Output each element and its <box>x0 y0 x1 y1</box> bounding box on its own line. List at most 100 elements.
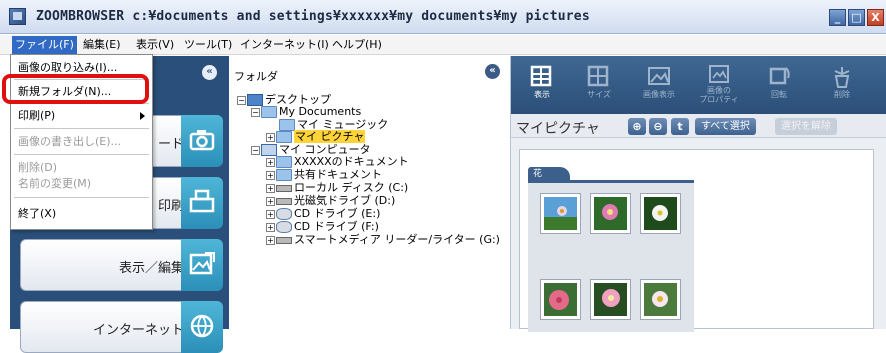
flower-photo-image <box>544 197 577 230</box>
thumbnail[interactable] <box>640 193 681 234</box>
toolbar-image-properties-button[interactable]: 画像の プロパティ <box>694 62 744 110</box>
flower-photo-image <box>594 197 627 230</box>
expand-toggle-icon[interactable]: + <box>266 170 275 180</box>
computer-icon <box>261 144 277 156</box>
task-button-view-edit[interactable]: 表示／編集 <box>20 239 191 291</box>
expand-toggle-icon[interactable]: + <box>266 132 275 142</box>
flower-photo-image <box>644 283 677 316</box>
thumbnail[interactable] <box>540 279 581 320</box>
menu-item-export-images[interactable]: 画像の書き出し(E)... <box>14 132 149 151</box>
task-label: 表示／編集 <box>118 261 184 276</box>
folder-icon <box>276 156 292 168</box>
rotate-icon <box>769 67 790 85</box>
tree-item-mo-drive-d[interactable]: + 光磁気ドライブ (D:) <box>266 195 395 207</box>
tree-item-cd-drive-f[interactable]: + CD ドライブ (F:) <box>266 221 379 233</box>
zoom-in-icon: ⊕ <box>632 120 642 133</box>
maximize-button[interactable]: □ <box>848 9 865 26</box>
display-mode-icon <box>530 65 552 87</box>
collapse-folder-pane-button[interactable]: « <box>485 64 500 79</box>
delete-icon <box>834 67 850 88</box>
collapse-task-pane-button[interactable]: « <box>202 65 217 80</box>
select-all-button[interactable]: すべて選択 <box>695 118 756 135</box>
tree-item-my-documents[interactable]: − My Documents <box>251 106 361 118</box>
menu-item-rename[interactable]: 名前の変更(M) <box>14 174 149 193</box>
image-group <box>528 180 694 332</box>
collapse-toggle-icon[interactable]: − <box>251 145 260 155</box>
thumbnail[interactable] <box>640 279 681 320</box>
expand-toggle-icon[interactable]: + <box>266 196 275 206</box>
new-folder-highlight <box>2 74 149 104</box>
image-properties-icon <box>709 65 729 83</box>
current-folder-title: マイピクチャ <box>516 121 600 137</box>
location-bar: マイピクチャ ⊕ ⊖ t すべて選択 選択を解除 <box>511 114 886 138</box>
menu-edit[interactable]: 編集(E) <box>80 36 124 54</box>
folder-pane-title: フォルダ <box>234 70 278 83</box>
zoom-out-button[interactable]: ⊖ <box>649 118 667 135</box>
menu-item-print-label: 印刷(P) <box>18 109 56 122</box>
menu-view[interactable]: 表示(V) <box>133 36 177 54</box>
zoom-out-icon: ⊖ <box>653 120 663 133</box>
toolbar-display-button[interactable]: 表示 <box>517 62 567 110</box>
folder-icon <box>279 119 295 131</box>
tree-item-my-pictures[interactable]: + マイ ピクチャ <box>266 130 366 143</box>
desktop-icon <box>247 94 263 106</box>
toolbar-delete-button[interactable]: 削除 <box>817 62 867 110</box>
expand-toggle-icon[interactable]: + <box>266 183 275 193</box>
card-reader-icon <box>276 236 292 244</box>
thumbnail[interactable] <box>540 193 581 234</box>
up-folder-button[interactable]: t <box>671 118 689 135</box>
thumbnail[interactable] <box>590 279 631 320</box>
tree-item-shared-documents[interactable]: + 共有ドキュメント <box>266 169 382 181</box>
minimize-button[interactable]: _ <box>829 9 846 26</box>
menu-internet[interactable]: インターネット(I) <box>237 36 332 54</box>
folder-icon <box>276 131 292 143</box>
view-image-icon <box>648 67 670 85</box>
window-title: ZOOMBROWSER c:¥documents and settings¥xx… <box>36 9 590 24</box>
title-bar: ZOOMBROWSER c:¥documents and settings¥xx… <box>0 0 886 34</box>
expand-toggle-icon[interactable]: + <box>266 222 275 232</box>
expand-toggle-icon[interactable]: + <box>266 235 275 245</box>
flower-photo-image <box>594 283 627 316</box>
printer-icon[interactable] <box>181 177 223 229</box>
expand-toggle-icon[interactable]: + <box>266 157 275 167</box>
expand-toggle-icon[interactable]: + <box>266 209 275 219</box>
tree-item-user-documents[interactable]: + XXXXXのドキュメント <box>266 156 409 168</box>
menu-separator <box>14 128 149 129</box>
task-button-internet[interactable]: インターネット <box>20 301 191 353</box>
app-icon[interactable] <box>9 8 26 25</box>
camera-icon[interactable] <box>181 115 223 167</box>
menu-help[interactable]: ヘルプ(H) <box>329 36 385 54</box>
hard-drive-icon <box>276 184 292 192</box>
group-tab[interactable]: 花 <box>528 167 570 181</box>
menu-item-exit[interactable]: 終了(X) <box>14 204 149 223</box>
cd-drive-icon <box>276 208 292 220</box>
zoom-in-button[interactable]: ⊕ <box>628 118 646 135</box>
folder-icon <box>261 106 277 118</box>
tree-item-local-disk-c[interactable]: + ローカル ディスク (C:) <box>266 182 408 194</box>
tree-item-smartmedia-g[interactable]: + スマートメディア リーダー/ライター (G:) <box>266 234 500 246</box>
folder-icon <box>276 169 292 181</box>
cd-drive-icon <box>276 221 292 233</box>
menu-bar: ファイル(F) 編集(E) 表示(V) ツール(T) インターネット(I) ヘル… <box>0 35 886 55</box>
tree-item-cd-drive-e[interactable]: + CD ドライブ (E:) <box>266 208 380 220</box>
deselect-button[interactable]: 選択を解除 <box>775 118 837 135</box>
drive-icon <box>276 197 292 205</box>
flower-photo-image <box>544 283 577 316</box>
globe-icon[interactable] <box>181 301 223 353</box>
toolbar-view-image-button[interactable]: 画像表示 <box>634 62 684 110</box>
collapse-toggle-icon[interactable]: − <box>251 107 260 117</box>
thumbnail[interactable] <box>590 193 631 234</box>
menu-separator <box>14 197 149 198</box>
collapse-toggle-icon[interactable]: − <box>237 95 246 105</box>
menu-item-print[interactable]: 印刷(P) <box>14 106 149 125</box>
menu-separator <box>14 154 149 155</box>
close-button[interactable]: X <box>867 9 884 26</box>
up-folder-icon: t <box>677 120 683 133</box>
menu-file[interactable]: ファイル(F) <box>12 36 77 54</box>
menu-tools[interactable]: ツール(T) <box>181 36 235 54</box>
toolbar-rotate-button[interactable]: 回転 <box>754 62 804 110</box>
image-edit-icon[interactable] <box>181 239 223 291</box>
toolbar-size-button[interactable]: サイズ <box>574 62 624 110</box>
thumbnail-viewer: 花 <box>519 149 874 332</box>
flower-photo-image <box>644 197 677 230</box>
